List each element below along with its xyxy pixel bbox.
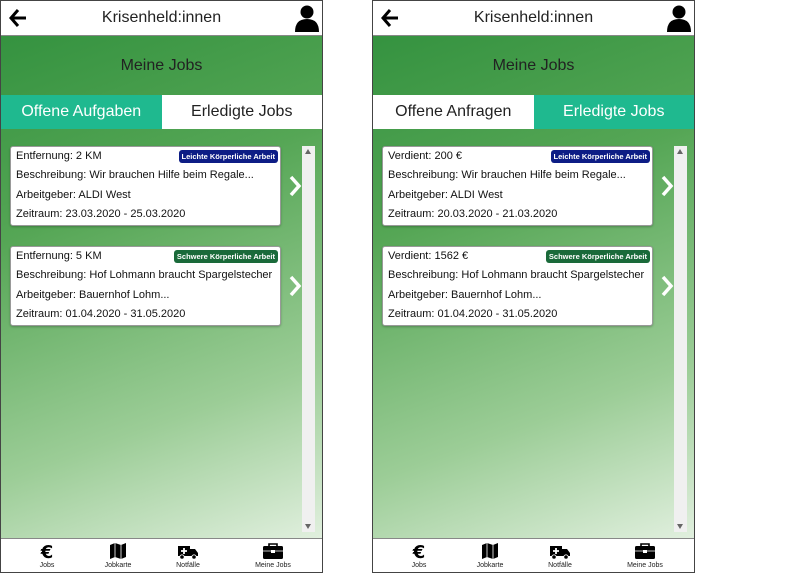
bottom-nav: € Jobs Jobkarte Notfälle Meine Jobs [373, 538, 694, 572]
euro-icon: € [40, 542, 54, 560]
app-title: Krisenheld:innen [473, 9, 594, 26]
nav-label: Jobs [39, 562, 55, 569]
briefcase-icon [635, 543, 655, 559]
job-card[interactable]: Verdient: 1562 € Schwere Körperliche Arb… [382, 246, 653, 326]
nav-label: Notfälle [548, 562, 572, 569]
employer-text: Arbeitgeber: Bauernhof Lohm... [388, 289, 542, 301]
bottom-nav: € Jobs Jobkarte Notfälle Meine Jobs [1, 538, 322, 572]
workload-badge: Schwere Körperliche Arbeit [545, 250, 650, 263]
earned-text: Verdient: 1562 € [388, 250, 469, 262]
tab-open-requests[interactable]: Offene Anfragen [373, 95, 534, 129]
app-header: Krisenheld:innen [373, 1, 694, 36]
svg-text:€: € [412, 542, 426, 560]
scroll-up-icon[interactable] [305, 149, 311, 154]
scroll-down-icon[interactable] [677, 524, 683, 529]
employer-text: Arbeitgeber: ALDI West [16, 189, 131, 201]
nav-item-jobs[interactable]: € Jobs [394, 542, 444, 569]
briefcase-icon [263, 543, 283, 559]
nav-item-notfaelle[interactable]: Notfälle [535, 542, 585, 569]
app-header: Krisenheld:innen [1, 1, 322, 36]
euro-icon: € [412, 542, 426, 560]
employer-text: Arbeitgeber: ALDI West [388, 189, 503, 201]
chevron-right-icon[interactable] [288, 175, 302, 197]
distance-text: Entfernung: 5 KM [16, 250, 102, 262]
nav-item-jobs[interactable]: € Jobs [22, 542, 72, 569]
workload-badge: Schwere Körperliche Arbeit [173, 250, 278, 263]
map-icon [482, 543, 498, 559]
scroll-down-icon[interactable] [305, 524, 311, 529]
back-arrow-icon[interactable] [381, 8, 399, 28]
tab-open-tasks[interactable]: Offene Aufgaben [1, 95, 162, 129]
back-arrow-icon[interactable] [9, 8, 27, 28]
tab-bar: Offene Anfragen Erledigte Jobs [373, 95, 694, 129]
scroll-up-icon[interactable] [677, 149, 683, 154]
nav-label: Meine Jobs [627, 562, 663, 569]
period-text: Zeitraum: 01.04.2020 - 31.05.2020 [388, 308, 558, 320]
description-text: Beschreibung: Wir brauchen Hilfe beim Re… [16, 169, 254, 181]
nav-label: Notfälle [176, 562, 200, 569]
nav-label: Meine Jobs [255, 562, 291, 569]
nav-label: Jobkarte [476, 562, 504, 569]
employer-text: Arbeitgeber: Bauernhof Lohm... [16, 289, 170, 301]
nav-item-notfaelle[interactable]: Notfälle [163, 542, 213, 569]
earned-text: Verdient: 200 € [388, 150, 463, 162]
svg-text:€: € [40, 542, 54, 560]
job-card[interactable]: Verdient: 200 € Leichte Körperliche Arbe… [382, 146, 653, 226]
ambulance-icon [178, 546, 198, 560]
chevron-right-icon[interactable] [288, 275, 302, 297]
period-text: Zeitraum: 20.03.2020 - 21.03.2020 [388, 208, 558, 220]
ambulance-icon [550, 546, 570, 560]
tab-completed-jobs[interactable]: Erledigte Jobs [533, 95, 694, 129]
distance-text: Entfernung: 2 KM [16, 150, 102, 162]
scrollbar[interactable] [302, 146, 315, 532]
description-text: Beschreibung: Hof Lohmann braucht Sparge… [16, 269, 273, 281]
workload-badge: Leichte Körperliche Arbeit [550, 150, 650, 163]
page-title: Meine Jobs [492, 57, 575, 74]
period-text: Zeitraum: 23.03.2020 - 25.03.2020 [16, 208, 186, 220]
period-text: Zeitraum: 01.04.2020 - 31.05.2020 [16, 308, 186, 320]
user-profile-icon[interactable] [294, 4, 320, 32]
nav-label: Jobs [411, 562, 427, 569]
chevron-right-icon[interactable] [660, 275, 674, 297]
user-profile-icon[interactable] [666, 4, 692, 32]
chevron-right-icon[interactable] [660, 175, 674, 197]
screen-open-tasks: Krisenheld:innen Meine Jobs Offene Aufga… [0, 0, 323, 573]
map-icon [110, 543, 126, 559]
tab-bar: Offene Aufgaben Erledigte Jobs [1, 95, 322, 129]
nav-item-meine-jobs[interactable]: Meine Jobs [248, 542, 298, 569]
page-title: Meine Jobs [120, 57, 203, 74]
scrollbar[interactable] [674, 146, 687, 532]
nav-item-meine-jobs[interactable]: Meine Jobs [620, 542, 670, 569]
job-card[interactable]: Entfernung: 5 KM Schwere Körperliche Arb… [10, 246, 281, 326]
workload-badge: Leichte Körperliche Arbeit [178, 150, 278, 163]
job-card[interactable]: Entfernung: 2 KM Leichte Körperliche Arb… [10, 146, 281, 226]
app-title: Krisenheld:innen [101, 9, 222, 26]
description-text: Beschreibung: Hof Lohmann braucht Sparge… [388, 269, 645, 281]
tab-completed-jobs[interactable]: Erledigte Jobs [161, 95, 322, 129]
nav-label: Jobkarte [104, 562, 132, 569]
description-text: Beschreibung: Wir brauchen Hilfe beim Re… [388, 169, 626, 181]
nav-item-jobkarte[interactable]: Jobkarte [93, 542, 143, 569]
nav-item-jobkarte[interactable]: Jobkarte [465, 542, 515, 569]
screen-completed-jobs: Krisenheld:innen Meine Jobs Offene Anfra… [372, 0, 695, 573]
